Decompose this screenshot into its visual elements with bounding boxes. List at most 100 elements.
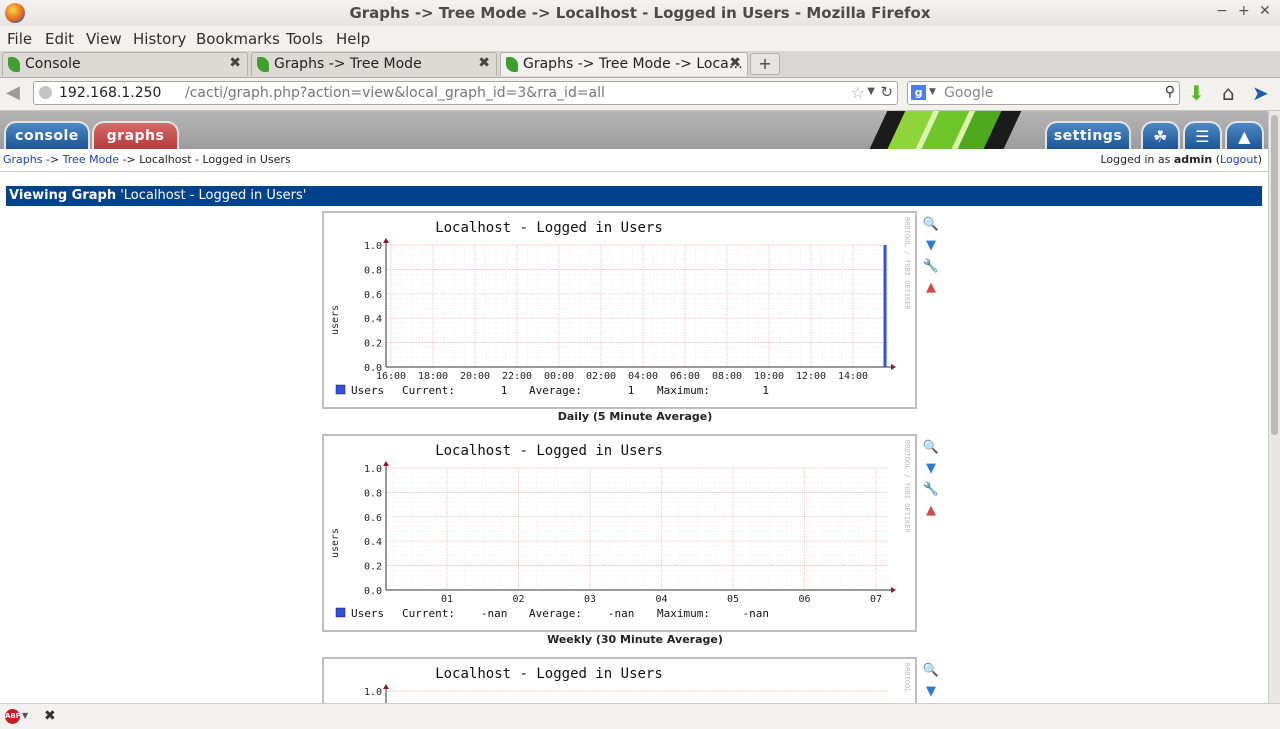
x-tick-label: 04	[655, 594, 667, 605]
breadcrumb-tree-link[interactable]: Tree Mode	[63, 153, 119, 166]
breadcrumb: Graphs -> Tree Mode -> Localhost - Logge…	[0, 149, 1268, 172]
y-tick-label: 0.6	[364, 290, 382, 301]
weekly-graph[interactable]: Localhost - Logged in Users users RRDTOO…	[322, 434, 917, 632]
y-axis-arrow	[383, 461, 389, 466]
zoom-icon[interactable]: 🔍	[922, 439, 940, 457]
tab-graph-view[interactable]: Graphs -> Tree Mode -> Loca… ✖	[500, 52, 748, 76]
x-tick-label: 22:00	[502, 371, 532, 382]
x-axis-arrow	[891, 364, 896, 370]
export-csv-icon[interactable]: ▼	[922, 683, 940, 701]
url-path: /cacti/graph.php?action=view&local_graph…	[185, 85, 605, 101]
legend-series: Users	[351, 384, 384, 397]
tab-console[interactable]: Console ✖	[2, 52, 248, 76]
legend-swatch	[335, 384, 346, 395]
close-addon-bar-icon[interactable]: ✖	[44, 708, 56, 724]
maximize-button[interactable]: +	[1238, 3, 1250, 19]
adblock-dropdown-icon[interactable]: ▼	[22, 711, 28, 720]
legend-average-value: -nan	[608, 607, 635, 620]
monthly-graph[interactable]: Localhost - Logged in Users RRDTOOL 1.0	[322, 657, 917, 703]
graphs-tab[interactable]: graphs	[92, 121, 179, 149]
x-tick-label: 03	[584, 594, 596, 605]
breadcrumb-graphs-link[interactable]: Graphs	[3, 153, 42, 166]
preview-view-icon[interactable]: ▲	[1225, 121, 1264, 149]
menu-history[interactable]: History	[133, 30, 186, 48]
menu-bookmarks[interactable]: Bookmarks	[196, 30, 280, 48]
edit-graph-icon[interactable]: 🔧	[922, 258, 940, 276]
close-window-button[interactable]: ✕	[1259, 3, 1271, 19]
x-tick-label: 02	[512, 594, 524, 605]
adblock-icon[interactable]: ABP	[5, 709, 21, 724]
new-tab-button[interactable]: +	[750, 53, 780, 75]
breadcrumb-separator: ->	[45, 153, 60, 166]
monthly-graph-canvas: Localhost - Logged in Users RRDTOOL 1.0	[364, 663, 911, 703]
bookmark-star-icon[interactable]: ☆	[851, 83, 865, 102]
url-bar[interactable]: 192.168.1.250 /cacti/graph.php?action=vi…	[33, 81, 898, 105]
svg-text:Users Current:: Users Current: -nan Average: -nan Maximu…	[351, 607, 769, 620]
tab-close-button[interactable]: ✖	[478, 55, 490, 71]
url-host: 192.168.1.250	[59, 85, 162, 101]
cacti-header: console graphs settings ☘ ☰ ▲	[0, 111, 1268, 149]
daily-graph-actions: 🔍 ▼ 🔧 ▲	[922, 216, 940, 300]
viewing-graph-label: Viewing Graph	[9, 188, 117, 203]
x-tick-label: 10:00	[754, 371, 784, 382]
menu-edit[interactable]: Edit	[45, 30, 74, 48]
x-tick-label: 07	[870, 594, 882, 605]
weekly-graph-actions: 🔍 ▼ 🔧 ▲	[922, 439, 940, 523]
graph-ylabel: users	[330, 305, 341, 335]
google-engine-icon[interactable]: g	[911, 85, 926, 100]
console-tab[interactable]: console	[4, 121, 90, 149]
home-icon[interactable]: ⌂	[1222, 81, 1235, 105]
menu-help[interactable]: Help	[336, 30, 370, 48]
move-up-icon[interactable]: ▲	[922, 502, 940, 520]
tab-bar: Console ✖ Graphs -> Tree Mode ✖ Graphs -…	[0, 51, 1280, 78]
zoom-icon[interactable]: 🔍	[922, 216, 940, 234]
x-tick-label: 04:00	[628, 371, 658, 382]
cacti-favicon-icon	[257, 57, 269, 72]
list-view-icon[interactable]: ☰	[1183, 121, 1222, 149]
legend-current-value: 1	[501, 384, 508, 397]
engine-dropdown-icon[interactable]: ▼	[929, 87, 936, 97]
cacti-favicon-icon	[506, 57, 518, 72]
x-tick-label: 00:00	[544, 371, 574, 382]
url-dropdown-icon[interactable]: ▼	[867, 86, 875, 97]
viewing-graph-name: 'Localhost - Logged in Users'	[120, 188, 307, 203]
site-identity-icon[interactable]	[39, 86, 52, 99]
tab-label: Graphs -> Tree Mode	[274, 56, 422, 72]
page-scrollbar[interactable]	[1268, 111, 1280, 703]
edit-graph-icon[interactable]: 🔧	[922, 481, 940, 499]
tab-label: Graphs -> Tree Mode -> Loca…	[523, 56, 743, 72]
weekly-graph-canvas: Localhost - Logged in Users users RRDTOO…	[330, 440, 911, 620]
back-arrow-icon[interactable]: ◀	[6, 82, 20, 103]
weekly-graph-caption: Weekly (30 Minute Average)	[547, 633, 723, 646]
tab-tree-mode[interactable]: Graphs -> Tree Mode ✖	[251, 52, 497, 76]
menu-view[interactable]: View	[86, 30, 122, 48]
search-placeholder: Google	[944, 85, 994, 101]
settings-tab[interactable]: settings	[1045, 121, 1131, 149]
x-tick-label: 18:00	[418, 371, 448, 382]
export-csv-icon[interactable]: ▼	[922, 237, 940, 255]
logout-link[interactable]: Logout	[1220, 153, 1258, 166]
daily-graph[interactable]: Localhost - Logged in Users users RRDTOO…	[322, 211, 917, 409]
svg-text:Users Current:: Users Current: 1 Average: 1 Maximum: 1	[351, 384, 769, 397]
tree-view-icon[interactable]: ☘	[1141, 121, 1180, 149]
search-bar[interactable]: g ▼ Google ⚲	[907, 81, 1180, 105]
graph-watermark: RRDTOOL / TOBI OETIKER	[903, 217, 911, 311]
graph-title: Localhost - Logged in Users	[435, 220, 663, 236]
search-icon[interactable]: ⚲	[1165, 84, 1175, 100]
zoom-icon[interactable]: 🔍	[922, 662, 940, 680]
legend-average-label: Average:	[529, 607, 582, 620]
legend-maximum-label: Maximum:	[657, 384, 710, 397]
move-up-icon[interactable]: ▲	[922, 279, 940, 297]
tab-close-button[interactable]: ✖	[229, 55, 241, 71]
export-csv-icon[interactable]: ▼	[922, 460, 940, 478]
menu-file[interactable]: File	[7, 30, 32, 48]
reload-icon[interactable]: ↻	[880, 83, 893, 101]
cacti-logo-graphic	[860, 111, 1030, 149]
scrollbar-thumb[interactable]	[1271, 115, 1278, 435]
tab-close-button[interactable]: ✖	[729, 55, 741, 71]
menu-tools[interactable]: Tools	[286, 30, 323, 48]
minimize-button[interactable]: −	[1216, 3, 1228, 19]
download-icon[interactable]: ⬇	[1188, 81, 1205, 105]
bookmark-menu-icon[interactable]: ➤	[1252, 81, 1269, 105]
cacti-favicon-icon	[8, 57, 20, 72]
